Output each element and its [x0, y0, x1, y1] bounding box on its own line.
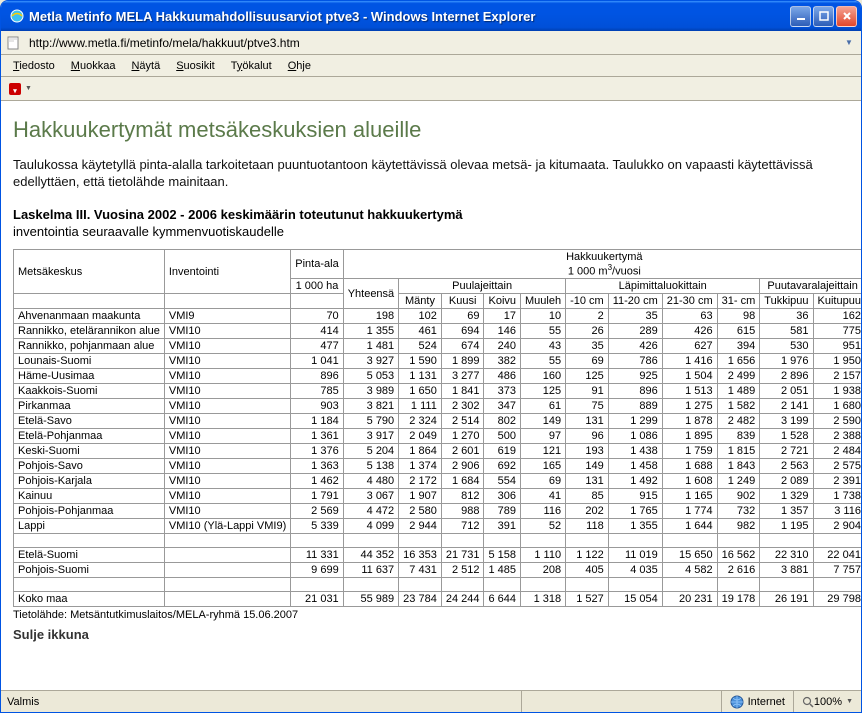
cutoff-text: Sulje ikkuna [13, 627, 849, 642]
menu-nayta[interactable]: Näytä [123, 58, 168, 74]
window-title: Metla Metinfo MELA Hakkuumahdollisuusarv… [29, 9, 790, 24]
table-row: Häme-UusimaaVMI108965 0531 1313 27748616… [14, 369, 862, 384]
table-row: KainuuVMI101 7913 0671 90781230641859151… [14, 489, 862, 504]
th-pinta-ala: Pinta-ala [291, 249, 343, 279]
th-pa-unit: 1 000 ha [291, 279, 343, 294]
table-row: PirkanmaaVMI109033 8211 1112 30234761758… [14, 399, 862, 414]
table-row: Koko maa21 03155 98923 78424 2446 6441 3… [14, 592, 862, 607]
menu-ohje[interactable]: Ohje [280, 58, 319, 74]
th-hakkuukertyma: Hakkuukertymä1 000 m3/vuosi [343, 249, 861, 279]
table-row: Pohjois-PohjanmaaVMI102 5694 4722 580988… [14, 504, 862, 519]
table-row: Etelä-SavoVMI101 1845 7902 3242 51480214… [14, 414, 862, 429]
menu-tiedosto[interactable]: Tiedosto [5, 58, 63, 74]
menu-suosikit[interactable]: Suosikit [168, 58, 223, 74]
table-row: Pohjois-KarjalaVMI101 4624 4802 1721 684… [14, 474, 862, 489]
th-tukki: Tukkipuu [760, 294, 813, 309]
page-title: Hakkuukertymät metsäkeskuksien alueille [13, 117, 849, 143]
address-bar: ▼ [1, 31, 861, 55]
globe-icon [730, 695, 744, 709]
th-kuitu: Kuitupuu [813, 294, 861, 309]
th-muuleh: Muuleh [521, 294, 566, 309]
table-row: Etelä-Suomi11 33144 35216 35321 7315 158… [14, 548, 862, 563]
toolbar: ▾ ▼ [1, 77, 861, 101]
close-button[interactable] [836, 6, 857, 27]
status-bar: Valmis Internet 100% ▼ [1, 690, 861, 712]
status-zoom[interactable]: 100% ▼ [793, 691, 861, 712]
status-zone[interactable]: Internet [721, 691, 793, 712]
table-title: Laskelma III. Vuosina 2002 - 2006 keskim… [13, 207, 849, 222]
table-row: Lounais-SuomiVMI101 0413 9271 5901 89938… [14, 354, 862, 369]
window-titlebar: Metla Metinfo MELA Hakkuumahdollisuusarv… [1, 1, 861, 31]
table-row: Ahvenanmaan maakuntaVMI97019810269171023… [14, 309, 862, 324]
status-ready: Valmis [1, 696, 521, 708]
th-koivu: Koivu [484, 294, 521, 309]
table-row: Rannikko, pohjanmaan alueVMI104771 48152… [14, 339, 862, 354]
table-row: Pohjois-SavoVMI101 3635 1381 3742 906692… [14, 459, 862, 474]
source-text: Tietolähde: Metsäntutkimuslaitos/MELA-ry… [13, 609, 849, 621]
th-puulajeittain: Puulajeittain [399, 279, 566, 294]
address-input[interactable] [25, 34, 841, 52]
table-row: Pohjois-Suomi9 69911 6377 4312 5121 4852… [14, 563, 862, 578]
maximize-button[interactable] [813, 6, 834, 27]
zoom-icon [802, 696, 814, 708]
th-yhteensa: Yhteensä [343, 279, 398, 309]
menu-bar: Tiedosto Muokkaa Näytä Suosikit Työkalut… [1, 55, 861, 77]
th-inventointi: Inventointi [164, 249, 290, 294]
th-manty: Mänty [399, 294, 442, 309]
th-puutavara: Puutavaralajeittain [760, 279, 861, 294]
table-subtitle: inventointia seuraavalle kymmenvuotiskau… [13, 224, 849, 239]
menu-muokkaa[interactable]: Muokkaa [63, 58, 124, 74]
page-icon [5, 35, 21, 51]
pdf-icon[interactable]: ▾ [7, 81, 23, 97]
data-table: Metsäkeskus Inventointi Pinta-ala Hakkuu… [13, 249, 861, 608]
th-d31: 31- cm [717, 294, 760, 309]
th-kuusi: Kuusi [441, 294, 484, 309]
th-d11: 11-20 cm [608, 294, 662, 309]
table-row: Keski-SuomiVMI101 3765 2041 8642 6016191… [14, 444, 862, 459]
toolbar-dropdown-icon[interactable]: ▼ [25, 85, 32, 92]
th-d21: 21-30 cm [662, 294, 717, 309]
intro-text: Taulukossa käytetyllä pinta-alalla tarko… [13, 157, 849, 191]
th-lapimitta: Läpimittaluokittain [566, 279, 760, 294]
page-content[interactable]: Hakkuukertymät metsäkeskuksien alueille … [1, 101, 861, 690]
ie-icon [9, 8, 25, 24]
table-row: Kaakkois-SuomiVMI107853 9891 6501 841373… [14, 384, 862, 399]
th-d10: -10 cm [566, 294, 609, 309]
menu-tyokalut[interactable]: Työkalut [223, 58, 280, 74]
svg-text:▾: ▾ [12, 88, 17, 95]
th-metsakeskus: Metsäkeskus [14, 249, 165, 294]
table-row: Etelä-PohjanmaaVMI101 3613 9172 0491 270… [14, 429, 862, 444]
table-row: LappiVMI10 (Ylä-Lappi VMI9)5 3394 0992 9… [14, 519, 862, 534]
address-dropdown-icon[interactable]: ▼ [841, 35, 857, 51]
minimize-button[interactable] [790, 6, 811, 27]
table-row: Rannikko, etelärannikon alueVMI104141 35… [14, 324, 862, 339]
